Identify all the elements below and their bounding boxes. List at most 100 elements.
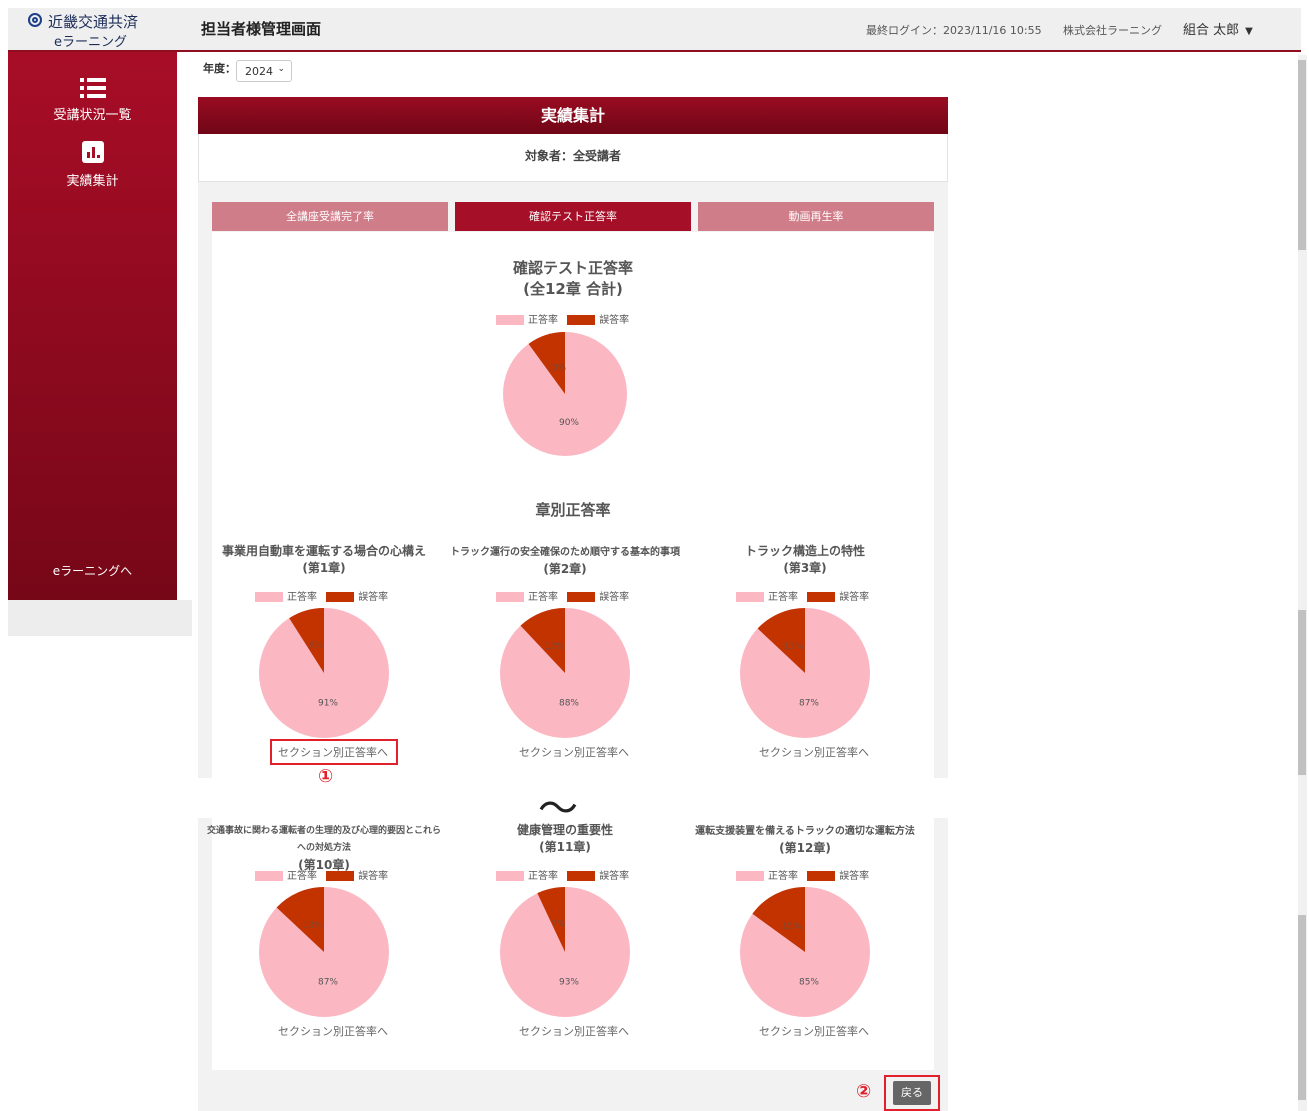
caret-down-icon: ▼ — [1245, 26, 1253, 37]
tab-test-accuracy[interactable]: 確認テスト正答率 — [455, 202, 691, 231]
legend-swatch — [496, 315, 524, 325]
legend-swatch — [496, 871, 524, 881]
chapter-chart-title: 事業用自動車を運転する場合の心構え (第1章) — [204, 543, 444, 577]
scrollbar-thumb[interactable] — [1298, 915, 1306, 1100]
pie-label-wrong: 10% — [546, 363, 566, 373]
chapter-chart-title: トラック構造上の特性 (第3章) — [685, 543, 925, 577]
pie-label-correct: 90% — [559, 418, 579, 428]
logo-subtitle: eラーニング — [54, 35, 127, 50]
year-select[interactable]: 2024 ⌄ — [236, 60, 292, 82]
sidebar-item-label: 受講状況一覧 — [53, 108, 132, 123]
legend-label: 誤答率 — [599, 315, 630, 326]
tab-video-playback[interactable]: 動画再生率 — [698, 202, 934, 231]
legend-item-wrong: 誤答率 — [567, 588, 629, 603]
separator-tilde: 〜 — [538, 786, 578, 832]
section-accuracy-link[interactable]: セクション別正答率へ — [739, 1023, 889, 1039]
section-accuracy-link[interactable]: セクション別正答率へ — [499, 744, 649, 760]
legend-item-correct: 正答率 — [255, 588, 317, 603]
pie-label-wrong: 7% — [551, 919, 566, 929]
section-accuracy-link[interactable]: セクション別正答率へ — [258, 1023, 408, 1039]
company-name: 株式会社ラーニング — [1063, 24, 1162, 37]
last-login-text: 最終ログイン：2023/11/16 10:55 — [866, 24, 1042, 37]
chart-legend: 正答率 誤答率 — [255, 867, 394, 882]
pie-label-wrong: 12% — [544, 642, 564, 652]
legend-item-correct: 正答率 — [736, 867, 798, 882]
legend-label: 正答率 — [528, 592, 558, 603]
legend-item-correct: 正答率 — [255, 867, 317, 882]
sidebar: 受講状況一覧 実績集計 eラーニングへ — [8, 52, 177, 600]
chapter-pie-chart: 7% 93% — [500, 887, 630, 1017]
section-accuracy-link[interactable]: セクション別正答率へ — [499, 1023, 649, 1039]
pie-label-wrong: 13% — [302, 921, 322, 931]
chevron-down-icon: ⌄ — [277, 64, 285, 74]
overall-pie-chart: 10% 90% — [503, 332, 627, 456]
chart-legend: 正答率 誤答率 — [736, 588, 875, 603]
overall-title-line2: (全12章 合計) — [523, 280, 623, 298]
legend-swatch — [567, 871, 596, 881]
legend-label: 誤答率 — [358, 592, 389, 603]
scrollbar-thumb[interactable] — [1298, 610, 1306, 775]
legend-swatch — [255, 592, 283, 602]
pie-label-correct: 93% — [559, 978, 579, 988]
overall-chart-title: 確認テスト正答率 (全12章 合計) — [398, 258, 748, 300]
pie-label-wrong: 15% — [782, 922, 802, 932]
chart-legend: 正答率 誤答率 — [496, 588, 635, 603]
legend-label: 誤答率 — [839, 592, 870, 603]
chart-legend: 正答率 誤答率 — [736, 867, 875, 882]
annotation-marker-2: ② — [856, 1081, 872, 1102]
chapter-pie-chart: 13% 87% — [740, 608, 870, 738]
sidebar-item-label: 実績集計 — [66, 174, 119, 189]
chapter-number: (第3章) — [783, 561, 827, 575]
logo-mark-icon — [28, 13, 42, 27]
year-value: 2024 — [245, 65, 273, 78]
chapter-pie-chart: 13% 87% — [259, 887, 389, 1017]
chapter-chart-title: 運転支援装置を備えるトラックの適切な運転方法 (第12章) — [685, 823, 925, 857]
logo[interactable]: 近畿交通共済 eラーニング — [28, 12, 178, 50]
user-menu[interactable]: 組合 太郎 ▼ — [1183, 19, 1253, 38]
legend-swatch — [567, 592, 596, 602]
legend-label: 誤答率 — [599, 592, 630, 603]
legend-item-correct: 正答率 — [496, 311, 558, 326]
legend-label: 正答率 — [528, 315, 558, 326]
legend-label: 正答率 — [768, 592, 798, 603]
sidebar-item-results[interactable]: 実績集計 — [8, 140, 177, 189]
legend-item-correct: 正答率 — [496, 867, 558, 882]
legend-label: 正答率 — [768, 871, 798, 882]
legend-swatch — [736, 871, 764, 881]
legend-item-wrong: 誤答率 — [567, 311, 629, 326]
legend-swatch — [326, 592, 355, 602]
target-text: 対象者：全受講者 — [198, 134, 948, 182]
legend-swatch — [496, 592, 524, 602]
legend-item-wrong: 誤答率 — [807, 867, 869, 882]
legend-label: 誤答率 — [599, 871, 630, 882]
chapter-section-title: 章別正答率 — [535, 501, 611, 519]
chapter-title: 事業用自動車を運転する場合の心構え — [221, 544, 426, 558]
legend-label: 正答率 — [287, 592, 317, 603]
legend-label: 正答率 — [528, 871, 558, 882]
chapter-number: (第12章) — [779, 841, 831, 855]
page-title: 担当者様管理画面 — [201, 20, 322, 38]
back-button[interactable]: 戻る — [893, 1081, 931, 1105]
pie-label-correct: 87% — [318, 978, 338, 988]
pie-label-wrong: 9% — [309, 641, 324, 651]
sidebar-footer — [8, 600, 192, 636]
legend-label: 正答率 — [287, 871, 317, 882]
scrollbar-thumb[interactable] — [1298, 60, 1306, 250]
annotation-marker-1: ① — [318, 766, 334, 787]
legend-item-wrong: 誤答率 — [807, 588, 869, 603]
legend-item-correct: 正答率 — [496, 588, 558, 603]
chapter-chart-title: トラック運行の安全確保のため順守する基本的事項 (第2章) — [445, 544, 685, 578]
elearning-link[interactable]: eラーニングへ — [8, 562, 177, 579]
section-accuracy-link[interactable]: セクション別正答率へ — [739, 744, 889, 760]
user-name: 組合 太郎 — [1183, 23, 1240, 38]
chapter-title: トラック構造上の特性 — [744, 544, 865, 558]
legend-item-wrong: 誤答率 — [326, 588, 388, 603]
legend-item-correct: 正答率 — [736, 588, 798, 603]
chapter-pie-chart: 15% 85% — [740, 887, 870, 1017]
panel-title: 実績集計 — [198, 97, 948, 134]
chapter-number: (第11章) — [539, 840, 591, 854]
pie-label-correct: 91% — [318, 699, 338, 709]
tab-course-completion[interactable]: 全講座受講完了率 — [212, 202, 448, 231]
legend-swatch — [736, 592, 764, 602]
sidebar-item-progress-list[interactable]: 受講状況一覧 — [8, 76, 177, 123]
